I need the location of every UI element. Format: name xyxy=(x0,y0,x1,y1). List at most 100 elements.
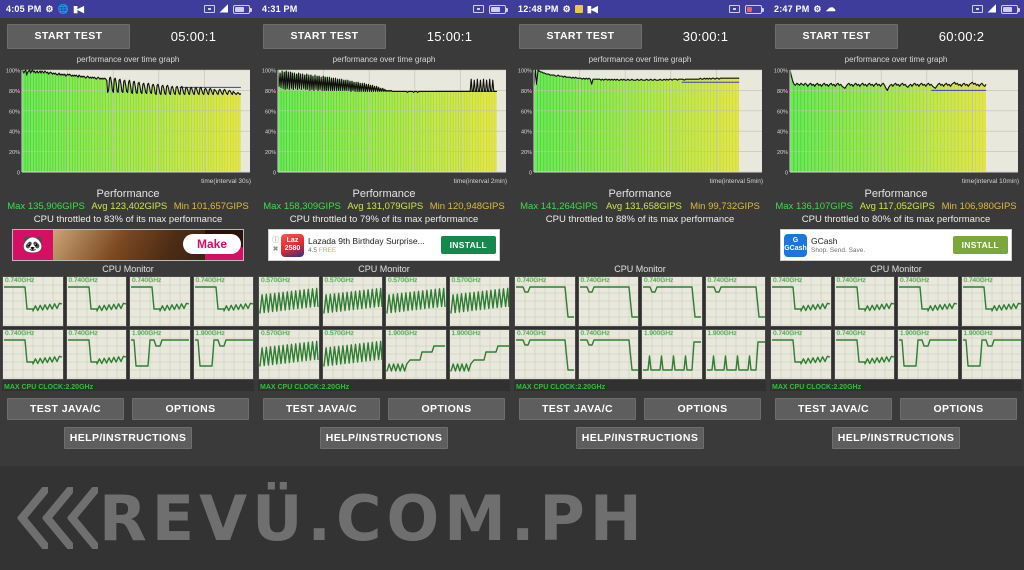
cpu-core-frequency: 1.900GHz xyxy=(900,330,930,337)
ad-cta-button[interactable]: Make xyxy=(182,234,241,254)
svg-text:20%: 20% xyxy=(777,150,788,156)
performance-stats: Max 135,906GIPS Avg 123,402GIPS Min 101,65… xyxy=(0,201,256,212)
cpu-core-grid: 0.740GHz 0.740GHz 0.740GHz 0.740GHz 0.740GHz… xyxy=(2,276,254,380)
ad-subtitle: 4.5 FREE xyxy=(308,247,441,254)
test-timer: 60:00:2 xyxy=(938,28,985,44)
start-test-button[interactable]: START TEST xyxy=(519,23,642,49)
svg-text:40%: 40% xyxy=(265,130,276,136)
performance-avg: Avg 123,402GIPS xyxy=(91,201,168,212)
status-left: 4:31 PM xyxy=(262,4,297,14)
chart-title: performance over time graph xyxy=(332,55,436,64)
wifi-icon: ◢ xyxy=(988,3,996,14)
svg-text:40%: 40% xyxy=(521,130,532,136)
ad-rating: 4.5 xyxy=(308,247,318,254)
options-button[interactable]: OPTIONS xyxy=(132,398,249,420)
cpu-core-frequency: 1.900GHz xyxy=(451,330,481,337)
globe-icon: 🌐 xyxy=(57,3,70,14)
cpu-core-frequency: 0.570GHz xyxy=(261,277,291,284)
wifi-icon: ◢ xyxy=(220,3,228,14)
status-right xyxy=(729,4,764,14)
watermark: REVÜ.COM.PH xyxy=(0,466,1024,570)
start-test-button[interactable]: START TEST xyxy=(263,23,386,49)
cpu-core-graph: 1.900GHz xyxy=(448,329,510,380)
test-java-c-button[interactable]: TEST JAVA/C xyxy=(775,398,892,420)
app-toolbar: START TEST 30:00:1 xyxy=(512,18,768,54)
svg-text:40%: 40% xyxy=(9,130,20,136)
cpu-core-frequency: 0.740GHz xyxy=(963,277,993,284)
cpu-core-graph: 0.740GHz xyxy=(960,276,1022,327)
chart-plot: 0 20% 40% 60% 80% 100% time(interval 5min) xyxy=(514,64,766,186)
performance-min: Min 101,657GIPS xyxy=(173,201,249,212)
ad-install-button[interactable]: INSTALL xyxy=(440,236,496,254)
svg-text:80%: 80% xyxy=(521,89,532,95)
performance-heading: Performance xyxy=(96,188,160,200)
cpu-core-frequency: 0.740GHz xyxy=(68,277,98,284)
help-instructions-button[interactable]: HELP/INSTRUCTIONS xyxy=(576,427,704,449)
performance-heading: Performance xyxy=(352,188,416,200)
cpu-core-graph: 0.570GHz xyxy=(321,329,383,380)
test-java-c-button[interactable]: TEST JAVA/C xyxy=(7,398,124,420)
action-button-row: TEST JAVA/C OPTIONS xyxy=(768,398,1024,420)
status-right xyxy=(473,4,508,14)
cpu-core-frequency: 0.740GHz xyxy=(900,277,930,284)
chart-plot: 0 20% 40% 60% 80% 100% time(interval 10min) xyxy=(770,64,1022,186)
cpu-core-graph: 0.740GHz xyxy=(514,276,576,327)
start-test-button[interactable]: START TEST xyxy=(775,23,898,49)
performance-heading: Performance xyxy=(864,188,928,200)
cpu-core-frequency: 0.740GHz xyxy=(580,330,610,337)
options-button[interactable]: OPTIONS xyxy=(644,398,761,420)
options-button[interactable]: OPTIONS xyxy=(900,398,1017,420)
gear-icon: ⚙ xyxy=(813,3,822,14)
performance-min: Min 99,732GIPS xyxy=(690,201,760,212)
test-java-c-button[interactable]: TEST JAVA/C xyxy=(519,398,636,420)
battery-icon xyxy=(1001,4,1020,14)
cpu-core-frequency: 0.740GHz xyxy=(195,277,225,284)
start-test-button[interactable]: START TEST xyxy=(7,23,130,49)
battery-icon xyxy=(745,4,764,14)
svg-text:100%: 100% xyxy=(774,69,788,75)
svg-text:0: 0 xyxy=(17,171,20,177)
panda-icon: 🐼 xyxy=(13,230,53,260)
test-java-c-button[interactable]: TEST JAVA/C xyxy=(263,398,380,420)
svg-text:0: 0 xyxy=(785,171,788,177)
app-toolbar: START TEST 05:00:1 xyxy=(0,18,256,54)
cpu-core-graph: 0.740GHz xyxy=(770,329,832,380)
cast-icon xyxy=(729,5,740,13)
close-icon[interactable]: ✖ xyxy=(273,245,279,254)
cpu-core-graph: 0.570GHz xyxy=(258,276,320,327)
cpu-monitor-heading: CPU Monitor xyxy=(870,264,922,274)
help-instructions-button[interactable]: HELP/INSTRUCTIONS xyxy=(64,427,192,449)
ad-app-name: GCash xyxy=(811,236,838,246)
help-instructions-button[interactable]: HELP/INSTRUCTIONS xyxy=(320,427,448,449)
ad-banner-google-play[interactable]: G GCash GCash Shop. Send. Save. INSTALL xyxy=(780,229,1012,261)
performance-chart: performance over time graph 0 20% 40% 60% 80%… xyxy=(256,54,512,186)
performance-avg: Avg 131,079GIPS xyxy=(347,201,424,212)
cpu-core-graph: 0.740GHz xyxy=(65,276,127,327)
cloud-icon: ☁ xyxy=(825,3,836,14)
status-left: 2:47 PM ⚙ ☁ xyxy=(774,3,836,15)
throttle-summary: CPU throttled to 83% of its max performa… xyxy=(33,214,223,225)
performance-chart: performance over time graph 0 20% 40% 60% 80%… xyxy=(512,54,768,186)
options-button[interactable]: OPTIONS xyxy=(388,398,505,420)
cpu-core-frequency: 0.740GHz xyxy=(707,277,737,284)
cpu-core-graph: 1.900GHz xyxy=(704,329,766,380)
cpu-core-frequency: 0.570GHz xyxy=(324,330,354,337)
chart-plot: 0 20% 40% 60% 80% 100% time(interval 2min) xyxy=(258,64,510,186)
cpu-core-frequency: 1.900GHz xyxy=(707,330,737,337)
svg-text:0: 0 xyxy=(529,171,532,177)
chart-x-axis-label: time(interval 10min) xyxy=(961,178,1019,185)
ad-install-button[interactable]: INSTALL xyxy=(952,236,1008,254)
benchmark-panel: 2:47 PM ⚙ ☁ ◢ START TEST 60:00:2 performance o… xyxy=(768,0,1024,466)
ad-banner-foodpanda[interactable]: 🐼 Make xyxy=(12,229,244,261)
performance-stats: Max 141,264GIPS Avg 131,658GIPS Min 99,732… xyxy=(512,201,768,212)
svg-text:0: 0 xyxy=(273,171,276,177)
benchmark-panel: 12:48 PM ⚙ ▮◀ START TEST 30:00:1 performance … xyxy=(512,0,768,466)
ad-text: GCash Shop. Send. Save. xyxy=(811,236,953,254)
test-timer: 05:00:1 xyxy=(170,28,217,44)
help-instructions-button[interactable]: HELP/INSTRUCTIONS xyxy=(832,427,960,449)
cpu-monitor: 0.740GHz 0.740GHz 0.740GHz 0.740GHz 0.740GHz… xyxy=(2,276,254,391)
performance-max: Max 135,906GIPS xyxy=(7,201,85,212)
info-icon[interactable]: ⓘ xyxy=(272,236,279,245)
max-cpu-clock-label: MAX CPU CLOCK:2.20GHz xyxy=(260,384,350,391)
ad-banner-google-play[interactable]: ⓘ ✖ Laz 2580 Lazada 9th Birthday Surprise...… xyxy=(268,229,500,261)
